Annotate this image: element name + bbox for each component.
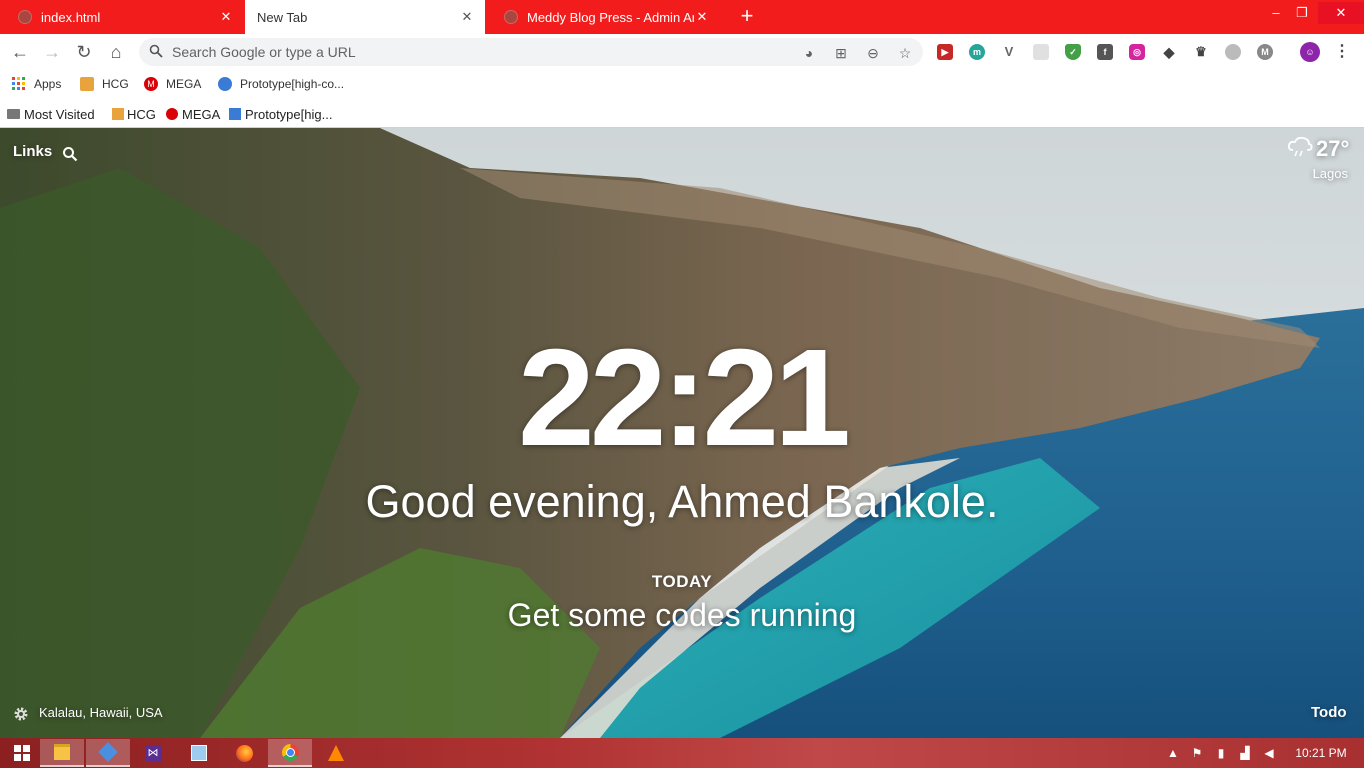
bookmark-label: HCG [127, 106, 156, 122]
show-hidden-icons-chevron-icon[interactable]: ▲ [1166, 746, 1180, 760]
volume-icon[interactable]: ◀ [1262, 746, 1276, 760]
bookmark-label: Prototype[high-co... [240, 77, 345, 91]
weather-temperature[interactable]: 27° [1316, 136, 1349, 162]
greeting-text: Good evening, Ahmed Bankole. [365, 476, 999, 527]
tab-favicon-icon [18, 10, 32, 24]
focus-task[interactable]: Get some codes running [382, 595, 982, 635]
new-tab-plus-icon[interactable]: + [736, 5, 758, 27]
bookmark-prototype[interactable]: Prototype[hig... [229, 106, 332, 122]
profile-avatar-icon[interactable]: ☺ [1300, 42, 1320, 62]
ext-shield-icon[interactable]: ✓ [1065, 44, 1081, 60]
cube-app-icon[interactable] [177, 739, 221, 767]
forward-arrow-icon[interactable]: → [40, 40, 64, 64]
bookmark-hcg[interactable]: HCG [112, 106, 156, 122]
cloud-rain-icon[interactable] [1287, 136, 1313, 158]
photo-location[interactable]: Kalalau, Hawaii, USA [39, 705, 163, 720]
windows-start-icon[interactable] [0, 739, 44, 767]
ext-v-icon[interactable]: V [1001, 44, 1017, 60]
close-window-button[interactable]: ✕ [1318, 2, 1364, 24]
mega-icon: M [144, 77, 158, 91]
todo-button[interactable]: Todo [1311, 704, 1347, 721]
apps-grid-icon [12, 77, 25, 90]
tab-strip: index.html ✕ New Tab ✕ Meddy Blog Press … [0, 0, 1364, 34]
tab-title: Meddy Blog Press - Admin Area [527, 9, 694, 25]
bookmark-label: HCG [102, 77, 129, 91]
sourcetree-icon[interactable] [86, 739, 130, 767]
ext-m-teal-icon[interactable]: m [969, 44, 985, 60]
bookmark-mega[interactable]: MEGA [166, 106, 220, 122]
tab-new-tab[interactable]: New Tab ✕ [245, 0, 485, 34]
cookie-icon[interactable]: ◕ [801, 45, 817, 61]
tab-close-icon[interactable]: ✕ [694, 9, 710, 25]
home-icon[interactable]: ⌂ [104, 40, 128, 64]
address-bar[interactable]: Search Google or type a URL ◕ ⊞ ⊖ ☆ [139, 38, 923, 66]
ext-layers-icon[interactable]: ◆ [1161, 44, 1177, 60]
maximize-button[interactable]: ❐ [1282, 2, 1322, 24]
zoom-icon[interactable]: ⊖ [865, 45, 881, 61]
facebook-icon[interactable]: f [1097, 44, 1113, 60]
browser-toolbar: ← → ↻ ⌂ Search Google or type a URL ◕ ⊞ … [0, 34, 1364, 70]
windows-taskbar: ⋈ ▲ ⚑ ▮ ▟ ◀ 10:21 PM [0, 738, 1364, 768]
mega-icon [166, 108, 178, 120]
search-icon[interactable] [62, 146, 78, 162]
file-explorer-icon[interactable] [40, 739, 84, 767]
vlc-icon[interactable] [314, 739, 358, 767]
tab-meddy-blog[interactable]: Meddy Blog Press - Admin Area ✕ [486, 0, 720, 34]
ext-grid-icon[interactable] [1033, 44, 1049, 60]
newtab-background: Links 27° Lagos 22:21 Good evening, Ahme… [0, 128, 1364, 738]
today-label: TODAY [651, 572, 713, 591]
bookmark-label: Prototype[hig... [245, 106, 333, 122]
bookmarks-bar: Apps HCG M MEGA Prototype[high-co... [0, 70, 1364, 98]
bookmark-label: MEGA [166, 77, 202, 91]
weather-city: Lagos [1312, 166, 1348, 181]
search-icon [149, 44, 163, 58]
flag-icon[interactable]: ⚑ [1190, 746, 1204, 760]
tab-title: New Tab [257, 9, 308, 25]
tab-title: index.html [41, 9, 101, 25]
clock-time: 22:21 [518, 321, 851, 475]
translate-icon[interactable]: ⊞ [833, 45, 849, 61]
bookmark-most-visited[interactable]: Most Visited [7, 106, 95, 122]
hcg-icon [112, 108, 124, 120]
power-icon[interactable]: ▮ [1214, 746, 1228, 760]
prototype-icon [218, 77, 232, 91]
chrome-icon[interactable] [268, 739, 312, 767]
bookmark-label: Most Visited [24, 106, 95, 122]
folder-icon [7, 109, 20, 119]
menu-dots-icon[interactable]: ⋮ [1334, 44, 1350, 60]
ext-red-icon[interactable]: ▶ [937, 44, 953, 60]
taskbar-clock[interactable]: 10:21 PM [1290, 738, 1352, 768]
instagram-icon[interactable]: ◎ [1129, 44, 1145, 60]
ext-circle-icon[interactable] [1225, 44, 1241, 60]
firefox-icon[interactable] [222, 739, 266, 767]
reload-icon[interactable]: ↻ [72, 40, 96, 64]
network-icon[interactable]: ▟ [1238, 746, 1252, 760]
visual-studio-icon[interactable]: ⋈ [131, 739, 175, 767]
bookmark-apps[interactable]: Apps [12, 76, 61, 92]
prototype-icon [229, 108, 241, 120]
hcg-icon [80, 77, 94, 91]
bookmark-star-icon[interactable]: ☆ [897, 45, 913, 61]
links-button[interactable]: Links [13, 143, 52, 160]
tab-index-html[interactable]: index.html ✕ [0, 0, 244, 34]
bookmark-mega[interactable]: M MEGA [144, 76, 201, 92]
tab-favicon-icon [504, 10, 518, 24]
tab-close-icon[interactable]: ✕ [218, 9, 234, 25]
gear-icon[interactable] [13, 706, 29, 722]
tab-close-icon[interactable]: ✕ [459, 9, 475, 25]
bookmark-hcg[interactable]: HCG [80, 76, 129, 92]
bookmarks-toolbar-secondary: Most Visited HCG MEGA Prototype[hig... [0, 98, 1364, 128]
back-arrow-icon[interactable]: ← [8, 40, 32, 64]
ext-m-gray-icon[interactable]: M [1257, 44, 1273, 60]
bookmark-prototype[interactable]: Prototype[high-co... [218, 76, 344, 92]
address-placeholder: Search Google or type a URL [172, 44, 356, 60]
bookmark-label: MEGA [182, 106, 221, 122]
ext-crown-icon[interactable]: ♛ [1193, 44, 1209, 60]
bookmark-label: Apps [34, 77, 62, 91]
